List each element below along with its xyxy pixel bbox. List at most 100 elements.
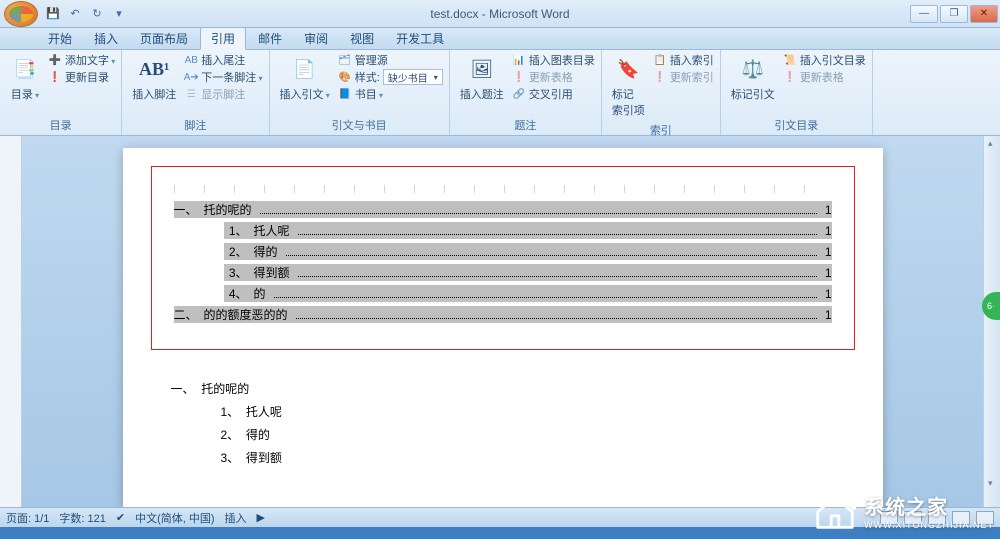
toc-leader: [298, 227, 817, 235]
update-toc-button[interactable]: ❗更新目录: [48, 69, 115, 85]
toc-button[interactable]: 📑 目录: [6, 52, 44, 104]
vertical-ruler[interactable]: [0, 136, 22, 507]
auth-icon: ⚖️: [738, 54, 768, 84]
qat-redo[interactable]: ↻: [88, 5, 106, 23]
qat-save[interactable]: 💾: [44, 5, 62, 23]
insert-footnote-button[interactable]: AB¹ 插入脚注: [128, 52, 180, 104]
toc-label: 目录: [11, 86, 39, 102]
toc-entry[interactable]: 1、托人呢1: [174, 222, 832, 239]
toc-text: 的的额度恶的的: [204, 306, 292, 323]
group-toc: 📑 目录 ➕添加文字 ❗更新目录 目录: [0, 50, 122, 135]
toc-page: 1: [821, 287, 832, 301]
ribbon-tabs: 开始 插入 页面布局 引用 邮件 审阅 视图 开发工具: [0, 28, 1000, 50]
toc-text: 得到额: [254, 264, 294, 281]
toc-entry[interactable]: 一、托的呢的1: [174, 201, 832, 218]
toc-page: 1: [821, 266, 832, 280]
group-citations-label: 引文与书目: [276, 115, 443, 135]
mark-entry-button[interactable]: 🔖 标记 索引项: [608, 52, 649, 120]
body-line[interactable]: 1、 托人呢: [151, 403, 855, 420]
group-footnotes: AB¹ 插入脚注 AB插入尾注 A➔下一条脚注 ☰显示脚注 脚注: [122, 50, 269, 135]
status-language[interactable]: 中文(简体, 中国): [135, 510, 214, 526]
tab-references[interactable]: 引用: [200, 27, 246, 50]
show-notes-button[interactable]: ☰显示脚注: [184, 86, 262, 102]
next-footnote-button[interactable]: A➔下一条脚注: [184, 69, 262, 85]
update-icon: ❗: [512, 70, 526, 84]
qat-undo[interactable]: ↶: [66, 5, 84, 23]
insert-caption-button[interactable]: 🖼 插入题注: [456, 52, 508, 104]
manage-sources-button[interactable]: 🗂管理源: [338, 52, 443, 68]
tab-developer[interactable]: 开发工具: [386, 28, 454, 49]
toc-num: 4、: [224, 285, 254, 302]
view-full-screen[interactable]: [904, 511, 922, 525]
bibliography-button[interactable]: 📘书目: [338, 86, 443, 102]
tab-page-layout[interactable]: 页面布局: [130, 28, 198, 49]
mark-citation-button[interactable]: ⚖️ 标记引文: [727, 52, 779, 104]
insert-authorities-button[interactable]: 📜插入引文目录: [783, 52, 866, 68]
tab-insert[interactable]: 插入: [84, 28, 128, 49]
toc-entry[interactable]: 4、的 1: [174, 285, 832, 302]
body-line[interactable]: 一、 托的呢的: [151, 380, 855, 397]
maximize-button[interactable]: ❐: [940, 5, 968, 23]
group-authorities-label: 引文目录: [727, 115, 866, 135]
body-num: 3、: [221, 451, 240, 465]
status-mode[interactable]: 插入: [225, 510, 247, 526]
body-text: 托的呢的: [201, 382, 249, 396]
update-auth-icon: ❗: [783, 70, 797, 84]
update-table-button[interactable]: ❗更新表格: [512, 69, 595, 85]
status-bar: 页面: 1/1 字数: 121 ✔ 中文(简体, 中国) 插入 ▶: [0, 507, 1000, 527]
insert-endnote-button[interactable]: AB插入尾注: [184, 52, 262, 68]
body-num: 一、: [171, 382, 195, 396]
view-outline[interactable]: [952, 511, 970, 525]
status-page[interactable]: 页面: 1/1: [6, 510, 49, 526]
toc-leader: [274, 290, 817, 298]
toc-num: 3、: [224, 264, 254, 281]
update-index-button[interactable]: ❗更新索引: [653, 69, 714, 85]
status-macro-icon[interactable]: ▶: [257, 511, 265, 524]
tab-review[interactable]: 审阅: [294, 28, 338, 49]
status-proof-icon[interactable]: ✔: [116, 511, 125, 524]
body-line[interactable]: 2、 得的: [151, 426, 855, 443]
style-icon: 🎨: [338, 70, 352, 84]
toc-entry[interactable]: 2、得的1: [174, 243, 832, 260]
window-title: test.docx - Microsoft Word: [430, 7, 569, 21]
toc-entry[interactable]: 3、得到额 1: [174, 264, 832, 281]
toc-entry[interactable]: 二、的的额度恶的的1: [174, 306, 832, 323]
close-button[interactable]: ✕: [970, 5, 998, 23]
qat-more[interactable]: ▾: [110, 5, 128, 23]
toc-text: 的: [254, 285, 270, 302]
tab-home[interactable]: 开始: [38, 28, 82, 49]
view-web-layout[interactable]: [928, 511, 946, 525]
status-words[interactable]: 字数: 121: [59, 510, 105, 526]
index-mark-icon: 🔖: [613, 54, 643, 84]
update-authorities-button[interactable]: ❗更新表格: [783, 69, 866, 85]
insert-figures-button[interactable]: 📊插入图表目录: [512, 52, 595, 68]
insert-index-button[interactable]: 📋插入索引: [653, 52, 714, 68]
titlebar: 💾 ↶ ↻ ▾ test.docx - Microsoft Word — ❐ ✕: [0, 0, 1000, 28]
tab-mailings[interactable]: 邮件: [248, 28, 292, 49]
toc-ruler: [174, 181, 832, 195]
group-citations: 📄 插入引文 🗂管理源 🎨样式: 缺少书目▾ 📘书目 引文与书目: [270, 50, 450, 135]
group-footnotes-label: 脚注: [128, 115, 262, 135]
add-text-button[interactable]: ➕添加文字: [48, 52, 115, 68]
minimize-button[interactable]: —: [910, 5, 938, 23]
tab-view[interactable]: 视图: [340, 28, 384, 49]
group-index: 🔖 标记 索引项 📋插入索引 ❗更新索引 索引: [602, 50, 721, 135]
document-page[interactable]: 一、托的呢的11、托人呢12、得的13、得到额14、的1二、的的额度恶的的1 一…: [123, 148, 883, 507]
view-draft[interactable]: [976, 511, 994, 525]
view-print-layout[interactable]: [880, 511, 898, 525]
caption-icon: 🖼: [467, 54, 497, 84]
insert-citation-button[interactable]: 📄 插入引文: [276, 52, 334, 104]
body-text: 得的: [246, 428, 270, 442]
index-icon: 📋: [653, 53, 667, 67]
office-button[interactable]: [4, 1, 38, 27]
style-dropdown[interactable]: 缺少书目▾: [383, 69, 443, 85]
crossref-icon: 🔗: [512, 87, 526, 101]
auth-table-icon: 📜: [783, 53, 797, 67]
body-line[interactable]: 3、 得到额: [151, 449, 855, 466]
toc-leader: [286, 248, 817, 256]
group-captions-label: 题注: [456, 115, 595, 135]
cross-reference-button[interactable]: 🔗交叉引用: [512, 86, 595, 102]
group-toc-label: 目录: [6, 115, 115, 135]
vertical-scrollbar[interactable]: [983, 136, 1000, 507]
toc-text: 得的: [254, 243, 282, 260]
